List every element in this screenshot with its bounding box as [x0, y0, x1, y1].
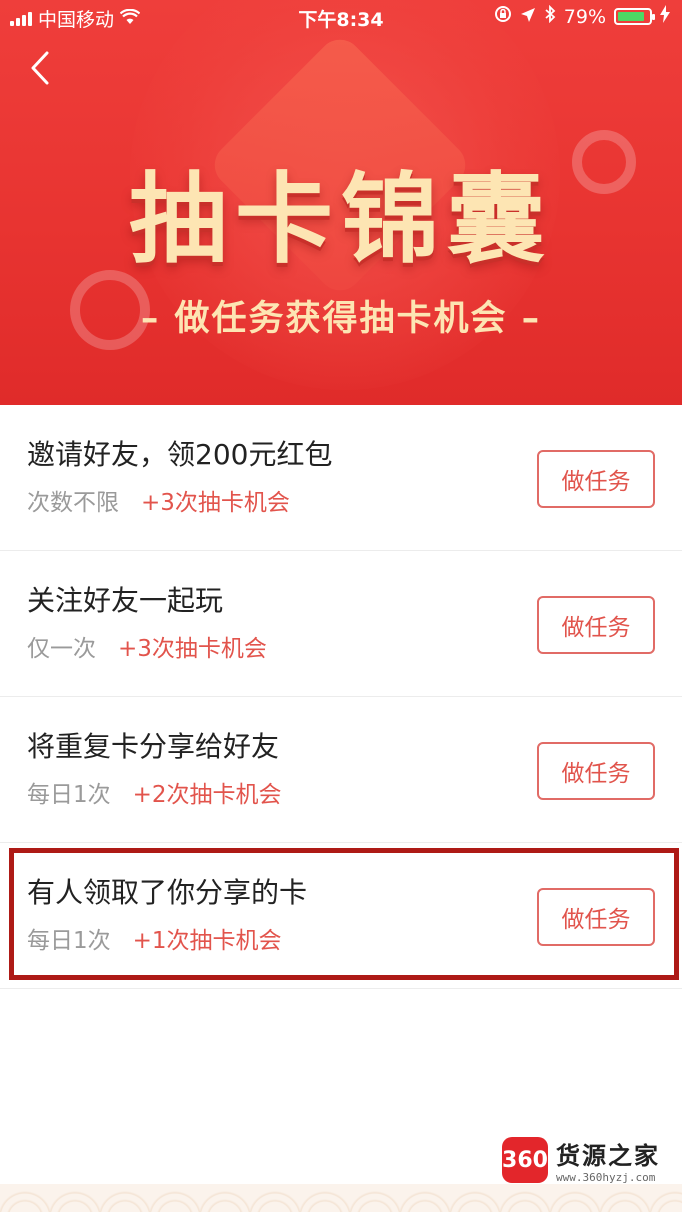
location-icon — [520, 6, 536, 28]
task-title: 有人领取了你分享的卡 — [27, 876, 308, 909]
hero-banner: 中国移动 下午8:34 79% 抽卡锦囊 – 做任务获得抽卡机会 – — [0, 0, 682, 405]
task-row: 有人领取了你分享的卡 每日1次 +1次抽卡机会 做任务 — [0, 843, 682, 989]
task-reward: +3次抽卡机会 — [118, 636, 267, 662]
battery-icon — [614, 8, 655, 25]
bottom-wave-pattern — [0, 1184, 682, 1212]
watermark: 360 货源之家 www.360hyzj.com — [502, 1136, 660, 1184]
task-meta: 每日1次 +1次抽卡机会 — [27, 921, 282, 955]
bluetooth-icon — [544, 4, 556, 28]
task-reward: +1次抽卡机会 — [132, 928, 282, 954]
task-row: 将重复卡分享给好友 每日1次 +2次抽卡机会 做任务 — [0, 697, 682, 843]
watermark-text: 货源之家 www.360hyzj.com — [556, 1136, 660, 1184]
task-row: 邀请好友，领200元红包 次数不限 +3次抽卡机会 做任务 — [0, 405, 682, 551]
charging-icon — [660, 5, 670, 28]
watermark-name: 货源之家 — [556, 1142, 660, 1170]
task-reward: +3次抽卡机会 — [141, 490, 290, 516]
task-title: 将重复卡分享给好友 — [27, 730, 280, 763]
lock-rotation-icon — [494, 5, 512, 28]
task-frequency: 次数不限 — [27, 490, 119, 516]
do-task-button[interactable]: 做任务 — [537, 596, 655, 654]
watermark-url: www.360hyzj.com — [556, 1171, 656, 1184]
task-meta: 仅一次 +3次抽卡机会 — [27, 629, 267, 663]
status-right-group: 79% — [494, 4, 670, 28]
status-bar: 中国移动 下午8:34 79% — [0, 0, 682, 34]
task-meta: 次数不限 +3次抽卡机会 — [27, 483, 290, 517]
task-meta: 每日1次 +2次抽卡机会 — [27, 775, 282, 809]
task-title: 关注好友一起玩 — [27, 584, 224, 617]
task-frequency: 仅一次 — [27, 636, 96, 662]
watermark-logo: 360 — [502, 1137, 548, 1183]
task-frequency: 每日1次 — [27, 928, 111, 954]
chevron-left-icon — [28, 50, 68, 86]
task-row: 关注好友一起玩 仅一次 +3次抽卡机会 做任务 — [0, 551, 682, 697]
do-task-button[interactable]: 做任务 — [537, 742, 655, 800]
back-button[interactable] — [28, 50, 68, 90]
task-title: 邀请好友，领200元红包 — [27, 438, 333, 471]
battery-percent: 79% — [563, 5, 606, 28]
do-task-button[interactable]: 做任务 — [537, 888, 655, 946]
do-task-button[interactable]: 做任务 — [537, 450, 655, 508]
task-reward: +2次抽卡机会 — [132, 782, 282, 808]
page-title: 抽卡锦囊 — [128, 163, 553, 277]
task-list: 邀请好友，领200元红包 次数不限 +3次抽卡机会 做任务 关注好友一起玩 仅一… — [0, 405, 682, 989]
page-subtitle: – 做任务获得抽卡机会 – — [140, 299, 542, 339]
task-frequency: 每日1次 — [27, 782, 111, 808]
